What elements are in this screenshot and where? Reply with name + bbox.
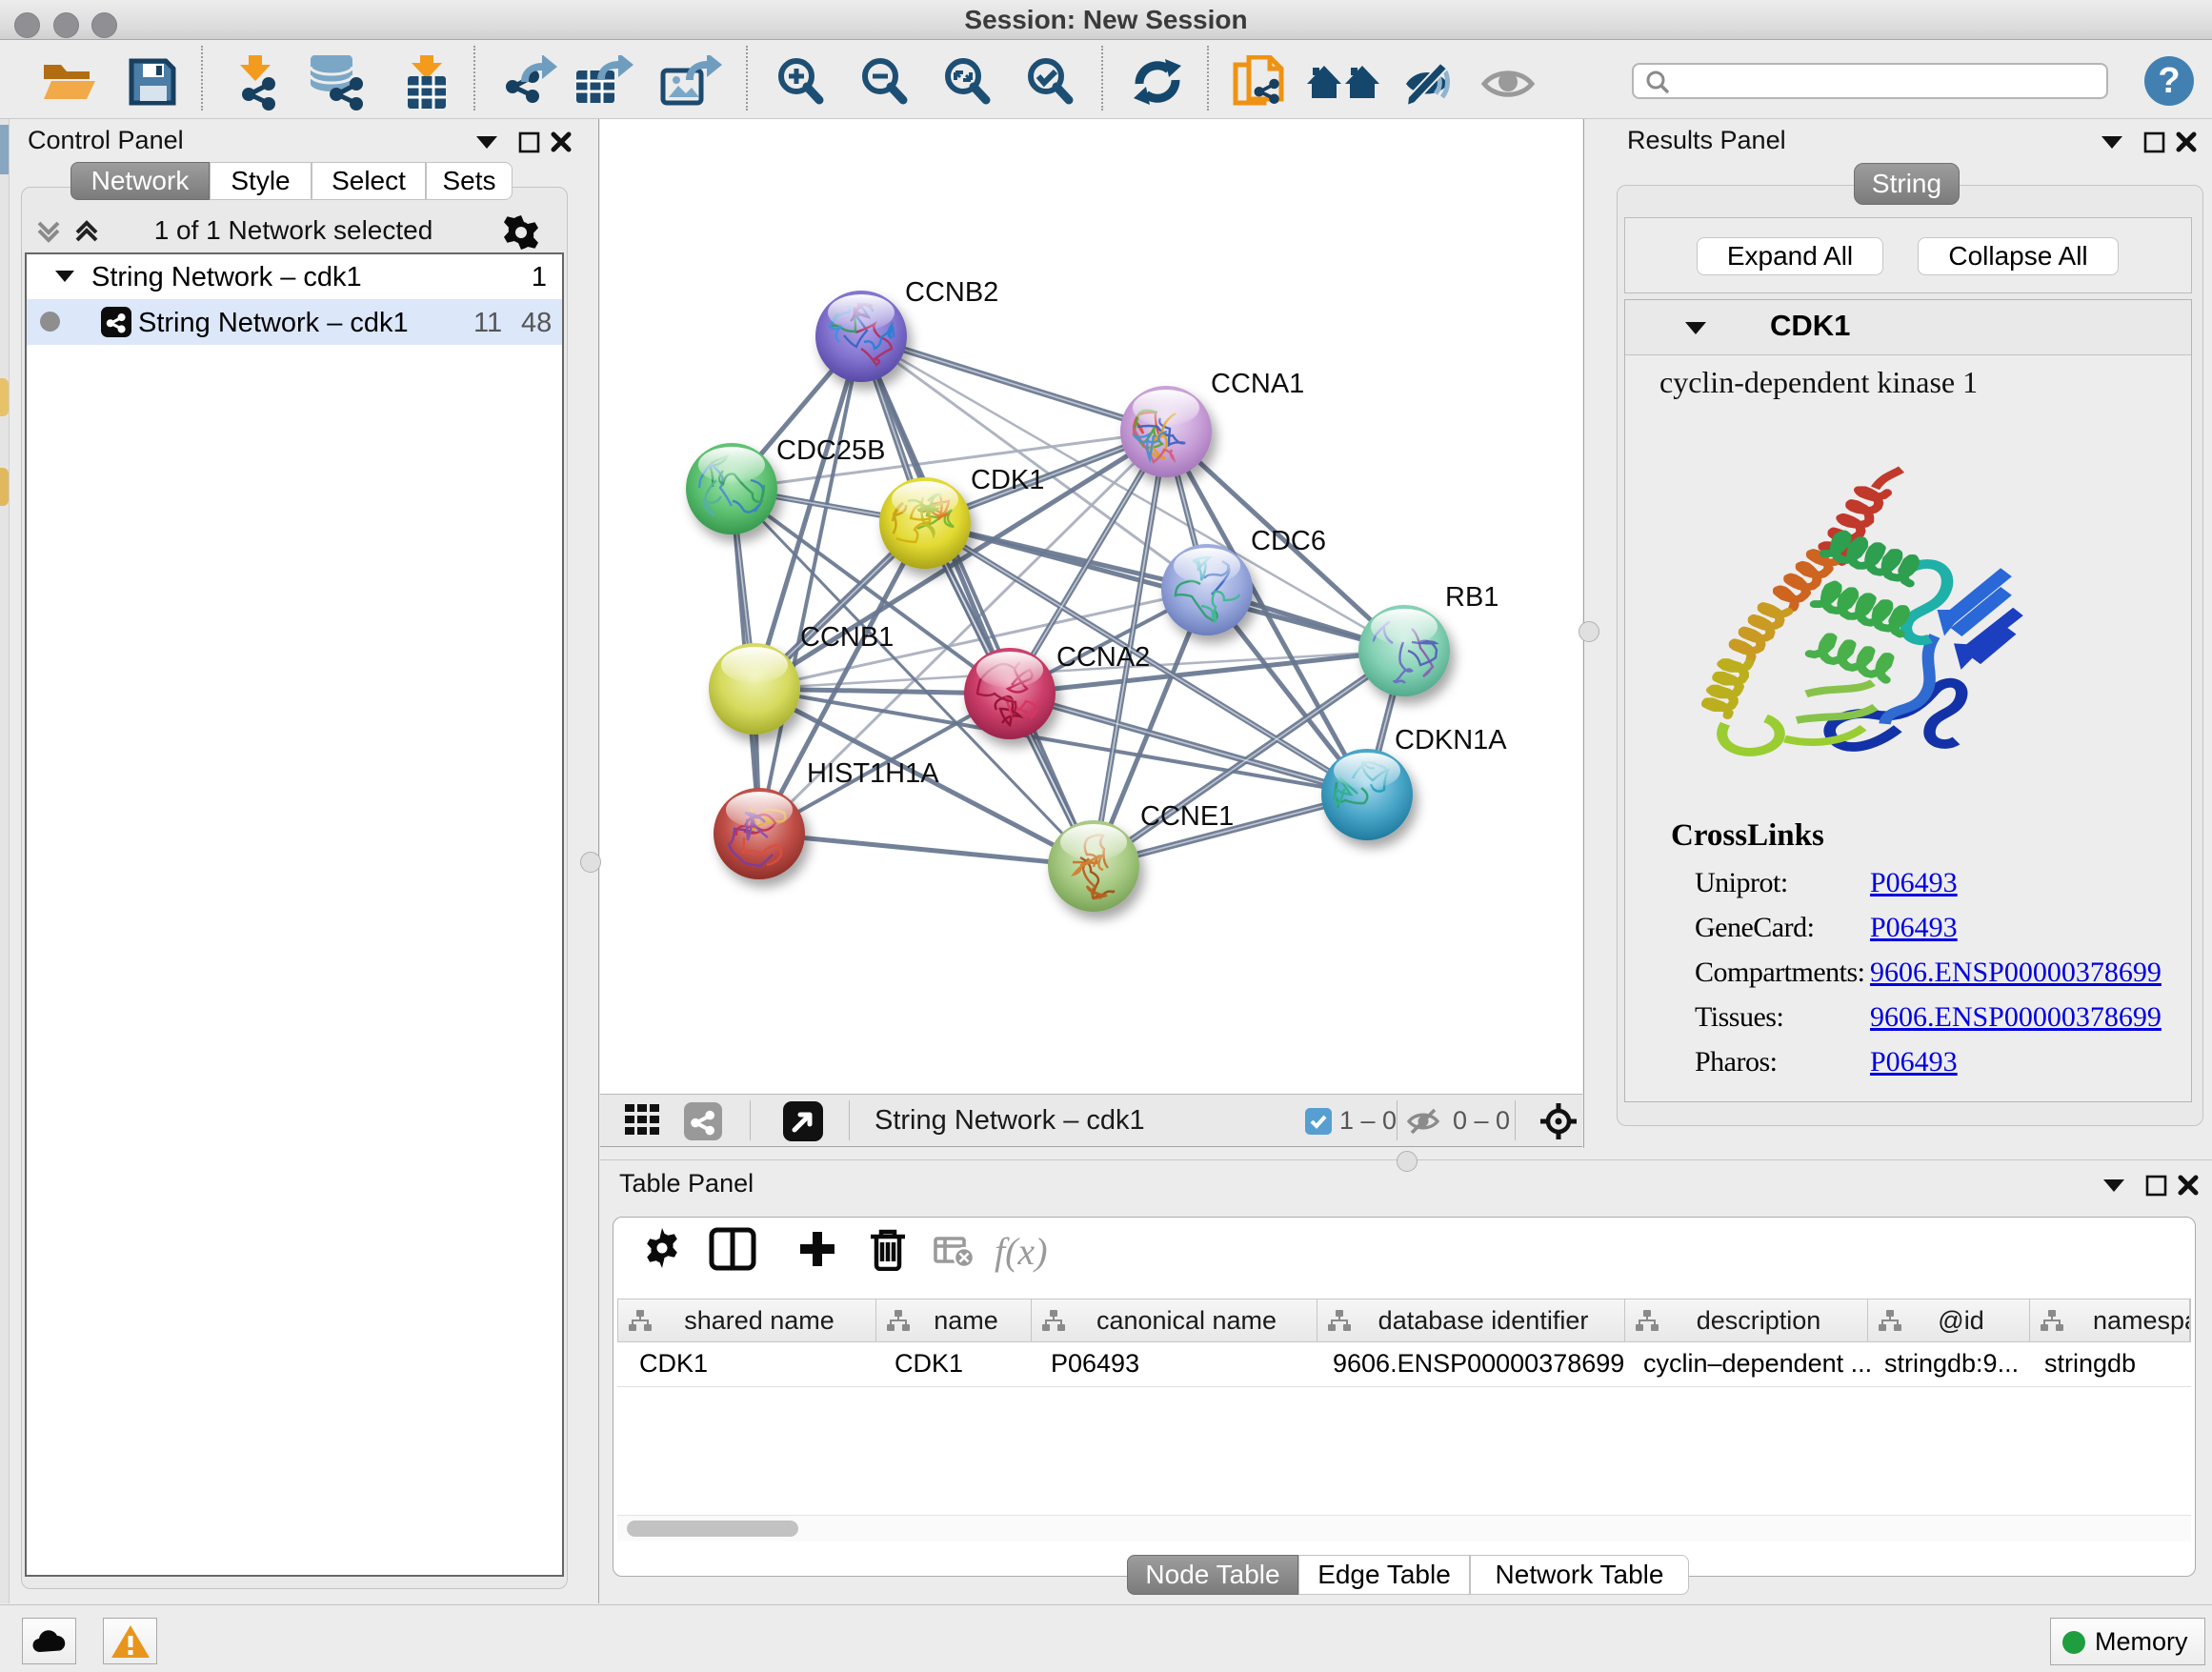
svg-text:CCNB2: CCNB2 — [905, 277, 998, 308]
svg-text:CDK1: CDK1 — [971, 465, 1044, 495]
svg-text:CCNB1: CCNB1 — [800, 622, 894, 653]
svg-text:CDC25B: CDC25B — [776, 435, 885, 466]
svg-text:RB1: RB1 — [1445, 582, 1498, 613]
svg-text:HIST1H1A: HIST1H1A — [807, 758, 939, 789]
svg-text:CCNE1: CCNE1 — [1140, 801, 1234, 832]
svg-text:CDC6: CDC6 — [1251, 526, 1326, 556]
svg-text:CCNA1: CCNA1 — [1211, 369, 1304, 399]
svg-text:CCNA2: CCNA2 — [1056, 642, 1150, 673]
svg-text:CDKN1A: CDKN1A — [1395, 725, 1507, 755]
